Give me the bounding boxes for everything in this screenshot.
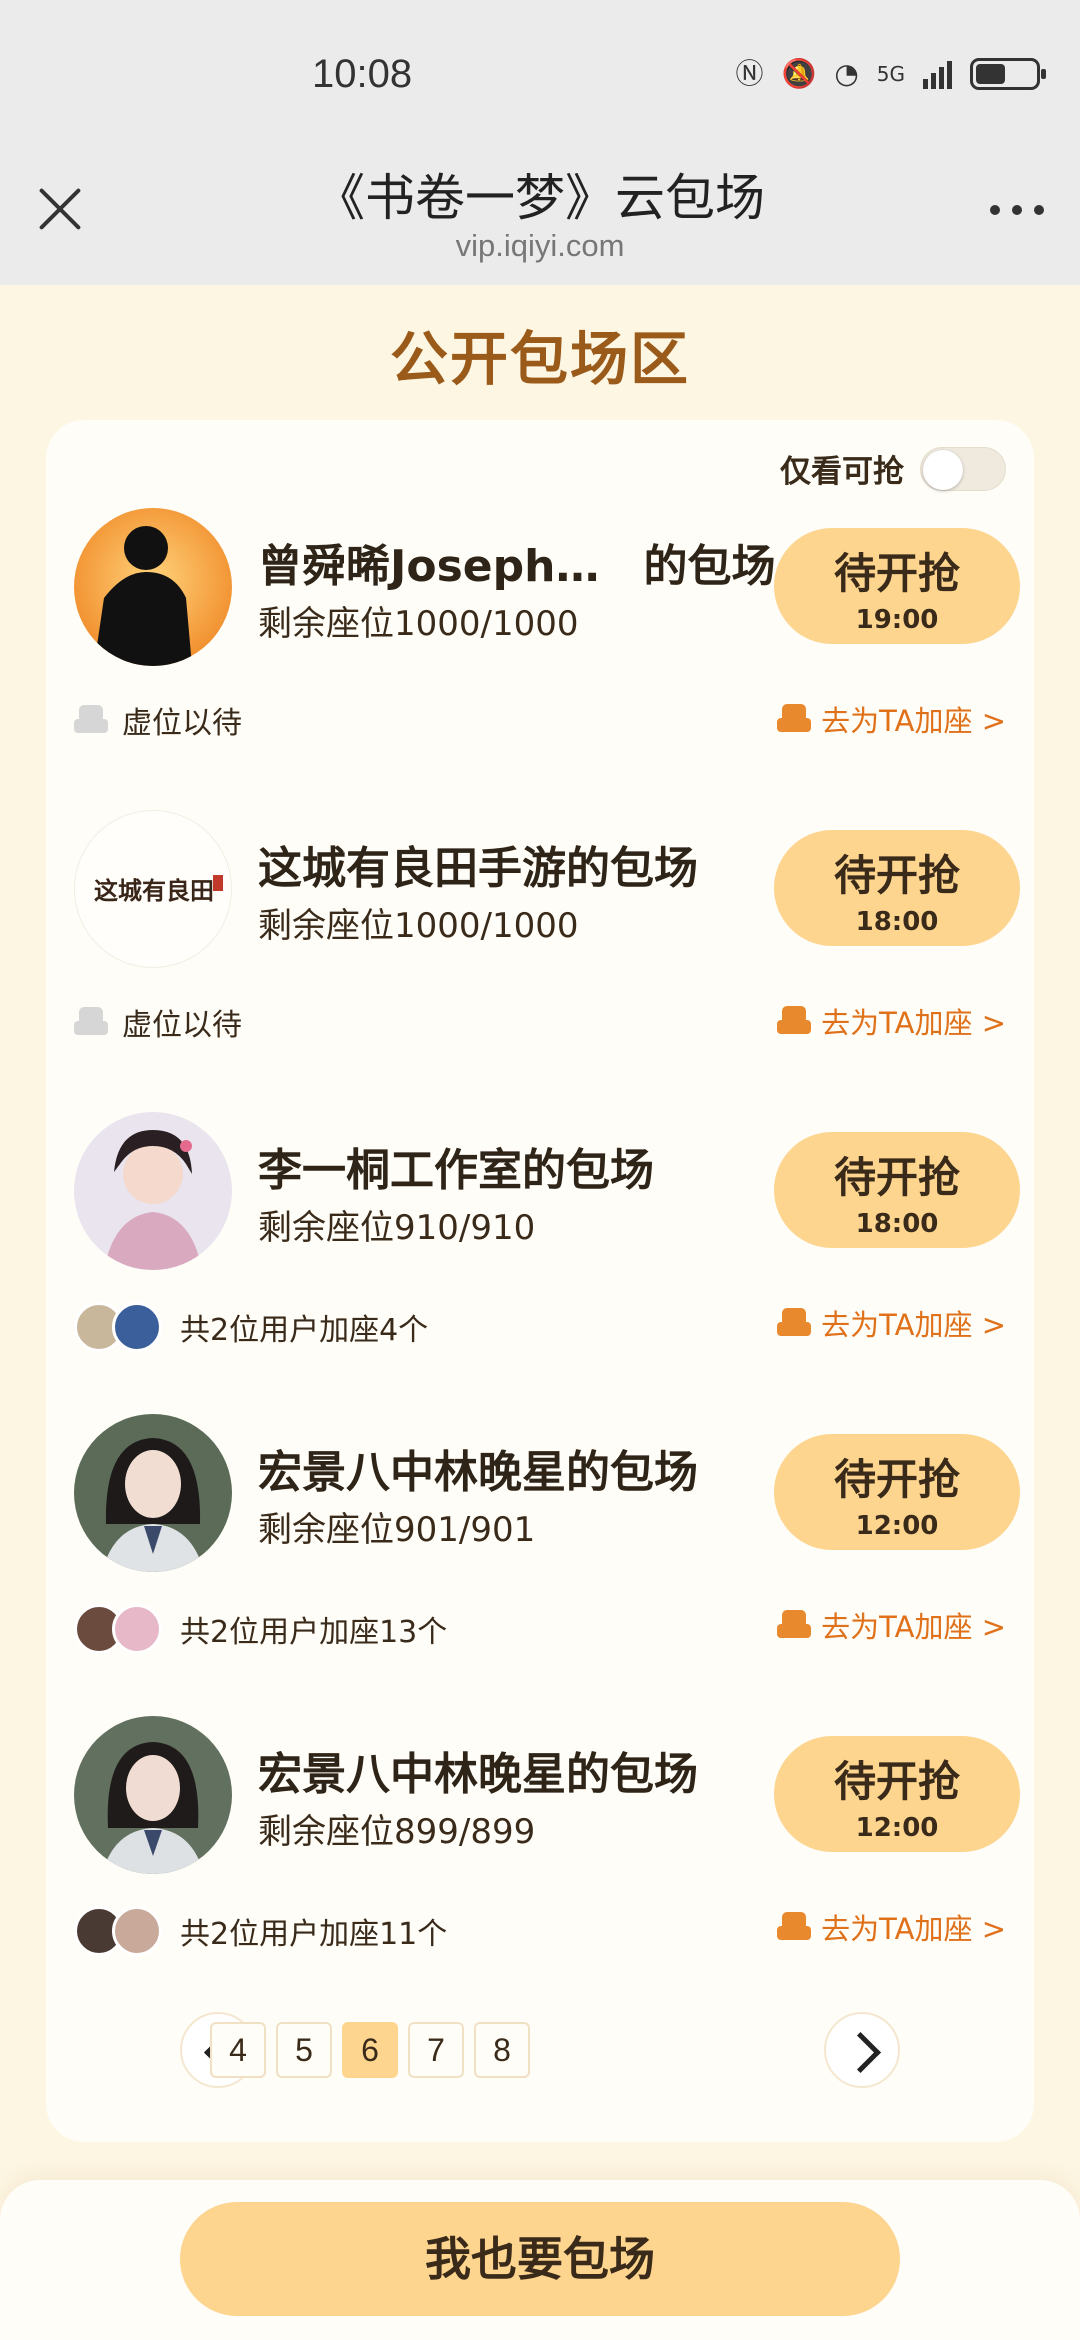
filter-label: 仅看可抢 xyxy=(780,454,904,490)
user-avatars xyxy=(74,1906,162,1956)
user-avatars xyxy=(74,1302,162,1352)
seat-icon xyxy=(777,1308,812,1338)
avatar xyxy=(112,1604,162,1654)
signal-icon xyxy=(923,59,952,89)
room-name: 曾舜晞Joseph… 的包场 xyxy=(258,541,776,592)
page-number-current[interactable]: 6 xyxy=(342,2022,398,2078)
room-avatar: 这城有良田 xyxy=(74,810,232,968)
seat-icon xyxy=(777,704,812,734)
user-avatars xyxy=(74,1604,162,1654)
grab-button[interactable]: 待开抢 18:00 xyxy=(774,1132,1020,1248)
grab-button[interactable]: 待开抢 18:00 xyxy=(774,830,1020,946)
room-footer: 共2位用户加座11个 xyxy=(74,1906,447,1956)
room-card[interactable]: 李一桐工作室的包场 剩余座位910/910 待开抢 18:00 共2位用户加座4… xyxy=(46,1112,1034,1412)
filter-toggle[interactable] xyxy=(920,446,1006,491)
seat-icon xyxy=(777,1006,812,1036)
logo-text: 这城有良田 xyxy=(94,876,214,905)
page-number[interactable]: 8 xyxy=(474,2022,530,2078)
mute-icon: 🔕 xyxy=(781,57,817,90)
room-footer: 虚位以待 xyxy=(74,698,242,742)
status-icons: Ⓝ 🔕 ◔ 5G xyxy=(735,57,1046,90)
room-name: 李一桐工作室的包场 xyxy=(258,1145,654,1196)
section-title: 公开包场区 xyxy=(389,325,690,393)
grab-button[interactable]: 待开抢 19:00 xyxy=(774,528,1020,644)
next-page-icon[interactable] xyxy=(824,2012,900,2088)
wifi-icon: ◔ xyxy=(834,57,859,90)
room-avatar xyxy=(74,1112,232,1270)
room-card[interactable]: 宏景八中林晚星的包场 剩余座位899/899 待开抢 12:00 共2位用户加座… xyxy=(46,1716,1034,2016)
add-seat-link[interactable]: 去为TA加座 > xyxy=(777,1604,1006,1646)
more-menu-icon[interactable] xyxy=(990,205,1044,215)
add-seat-link[interactable]: 去为TA加座 > xyxy=(777,1302,1006,1344)
filter-row: 仅看可抢 xyxy=(780,446,1006,491)
add-seat-link[interactable]: 去为TA加座 > xyxy=(777,1000,1006,1042)
add-seat-link[interactable]: 去为TA加座 > xyxy=(777,698,1006,740)
room-seats: 剩余座位1000/1000 xyxy=(258,906,579,946)
battery-icon xyxy=(970,58,1046,90)
grab-button[interactable]: 待开抢 12:00 xyxy=(774,1434,1020,1550)
avatar xyxy=(112,1906,162,1956)
room-seats: 剩余座位910/910 xyxy=(258,1208,536,1248)
page-url: vip.iqiyi.com xyxy=(455,228,625,263)
room-name: 宏景八中林晚星的包场 xyxy=(258,1447,698,1498)
room-footer: 共2位用户加座4个 xyxy=(74,1302,428,1352)
room-name: 宏景八中林晚星的包场 xyxy=(258,1749,698,1800)
page-number[interactable]: 5 xyxy=(276,2022,332,2078)
room-seats: 剩余座位1000/1000 xyxy=(258,604,579,644)
nfc-icon: Ⓝ xyxy=(735,57,764,90)
top-bar: 10:08 Ⓝ 🔕 ◔ 5G 《书卷一梦》云包场 vip.iqiyi.com xyxy=(0,0,1080,285)
network-type: 5G xyxy=(876,62,905,86)
page-title: 《书卷一梦》云包场 xyxy=(315,169,765,227)
avatar xyxy=(112,1302,162,1352)
seat-icon xyxy=(777,1912,812,1942)
status-time: 10:08 xyxy=(312,52,413,96)
room-footer: 共2位用户加座13个 xyxy=(74,1604,447,1654)
bottom-bar: 我也要包场 xyxy=(0,2180,1080,2340)
add-seat-link[interactable]: 去为TA加座 > xyxy=(777,1906,1006,1948)
room-seats: 剩余座位901/901 xyxy=(258,1510,536,1550)
seat-icon xyxy=(74,705,108,735)
room-card[interactable]: 曾舜晞Joseph… 的包场 剩余座位1000/1000 待开抢 19:00 虚… xyxy=(46,508,1034,808)
room-name: 这城有良田手游的包场 xyxy=(258,843,698,894)
room-avatar xyxy=(74,1414,232,1572)
room-seats: 剩余座位899/899 xyxy=(258,1812,536,1852)
pagination: 4 5 6 7 8 xyxy=(46,2012,1034,2092)
room-footer: 虚位以待 xyxy=(74,1000,242,1044)
room-avatar xyxy=(74,1716,232,1874)
room-card[interactable]: 这城有良田 这城有良田手游的包场 剩余座位1000/1000 待开抢 18:00… xyxy=(46,810,1034,1110)
seat-icon xyxy=(777,1610,812,1640)
page-number[interactable]: 7 xyxy=(408,2022,464,2078)
create-room-button[interactable]: 我也要包场 xyxy=(180,2202,900,2316)
room-avatar xyxy=(74,508,232,666)
grab-button[interactable]: 待开抢 12:00 xyxy=(774,1736,1020,1852)
seat-icon xyxy=(74,1007,108,1037)
page-number[interactable]: 4 xyxy=(210,2022,266,2078)
rooms-panel: 仅看可抢 曾舜晞Joseph… 的包场 剩余座位1000/1000 待开抢 19… xyxy=(46,420,1034,2142)
room-card[interactable]: 宏景八中林晚星的包场 剩余座位901/901 待开抢 12:00 共2位用户加座… xyxy=(46,1414,1034,1714)
